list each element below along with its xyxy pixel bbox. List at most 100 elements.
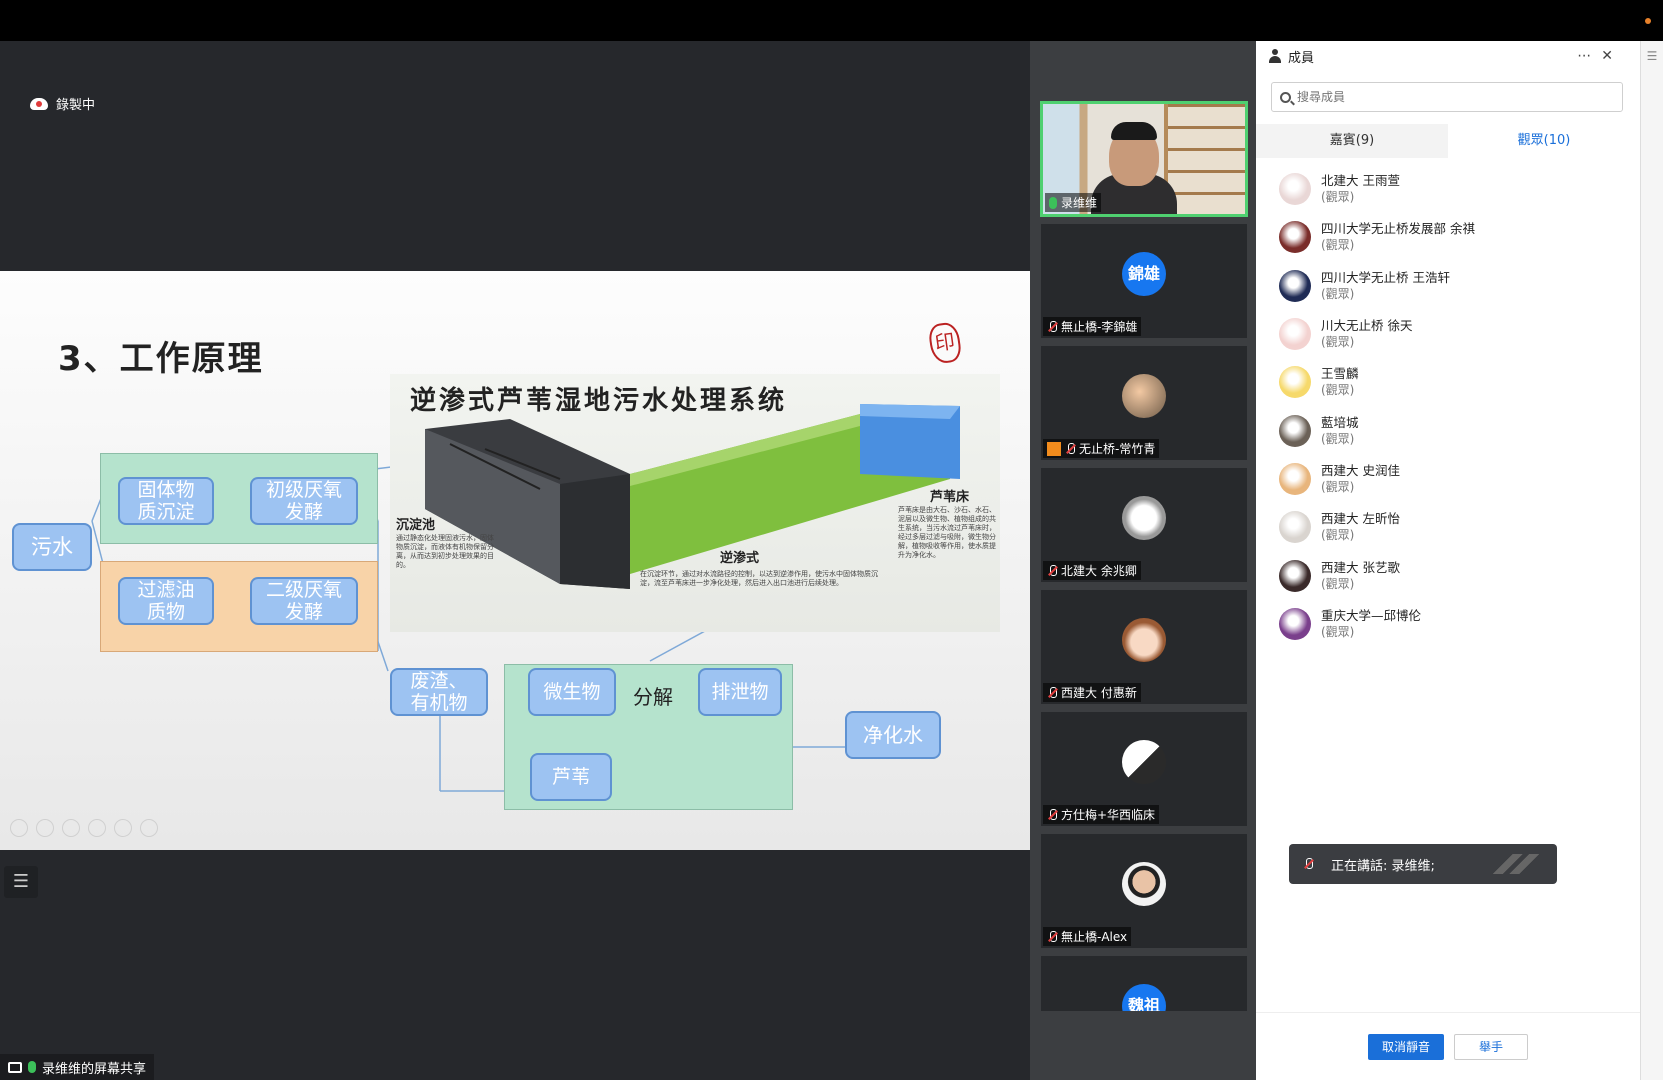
presentation-slide: 3、工作原理 印 污水 固体物质沉淀 初级厌氧发酵 过滤油质物 二级厌氧发酵 废… <box>0 271 1030 850</box>
mic-muted-icon <box>1065 442 1075 455</box>
panel-title: 成員 <box>1288 50 1315 66</box>
more-options-icon[interactable]: ⋯ <box>1577 48 1591 64</box>
mic-on-icon <box>28 1061 36 1073</box>
video-tile[interactable]: 北建大 余兆卿 <box>1040 467 1248 583</box>
node-decompose: 分解 <box>633 685 673 709</box>
member-role: (觀眾) <box>1321 576 1355 591</box>
sound-wave-icon <box>1493 854 1539 874</box>
member-role: (觀眾) <box>1321 286 1355 301</box>
avatar <box>1279 607 1311 640</box>
menu-icon[interactable]: ☰ <box>1647 49 1658 63</box>
avatar <box>1279 462 1311 495</box>
cloud-record-icon <box>30 97 48 110</box>
close-icon[interactable]: ✕ <box>1601 48 1613 64</box>
tile-name: 無止橋-Alex <box>1043 927 1132 946</box>
member-name: 西建大 左昕怡 <box>1321 511 1400 527</box>
shared-screen-area: 錄製中 3、工作原理 印 污水 固体物质沉淀 初级厌氧发酵 过滤油质物 二级厌氧… <box>0 41 1030 1080</box>
list-item[interactable]: 王雪麟 (觀眾) <box>1256 358 1640 406</box>
list-item[interactable]: 西建大 史润佳 (觀眾) <box>1256 455 1640 503</box>
member-info: 西建大 左昕怡 (觀眾) <box>1321 510 1400 544</box>
raise-hand-button[interactable]: 舉手 <box>1454 1033 1528 1060</box>
node-microbe: 微生物 <box>528 668 616 716</box>
tile-name: 北建大 余兆卿 <box>1043 561 1141 580</box>
member-role: (觀眾) <box>1321 238 1355 253</box>
avatar <box>1279 414 1311 447</box>
diagram-label-reed-bed: 芦苇床 <box>930 490 970 505</box>
video-tile[interactable]: 方仕梅+华西临床 <box>1040 711 1248 827</box>
mic-muted-icon <box>1047 320 1057 333</box>
members-panel: 成員 ⋯ ✕ ☰ 嘉賓(9) 觀眾(10) 北建大 王雨萱(觀眾) 四川大学无止桥… <box>1256 41 1663 1080</box>
next-slide-icon[interactable] <box>36 819 54 837</box>
list-item[interactable]: 北建大 王雨萱 (觀眾) <box>1256 165 1640 213</box>
node-oil: 过滤油质物 <box>118 577 214 625</box>
list-item[interactable]: 西建大 左昕怡 (觀眾) <box>1256 503 1640 551</box>
avatar <box>1279 221 1311 254</box>
slide-toolbar[interactable] <box>10 819 158 837</box>
more-icon[interactable] <box>140 819 158 837</box>
node-waste: 废渣、有机物 <box>390 668 488 716</box>
member-info: 重庆大学—邱博伦 (觀眾) <box>1321 607 1421 641</box>
avatar <box>1279 318 1311 351</box>
video-tile[interactable]: 錦雄 無止橋-李錦雄 <box>1040 223 1248 339</box>
video-tile[interactable]: 无止桥-常竹青 <box>1040 345 1248 461</box>
pen-icon[interactable] <box>62 819 80 837</box>
list-menu-icon[interactable]: ☰ <box>4 866 38 898</box>
mic-muted-icon <box>1047 686 1057 699</box>
diagram-text-settling: 通过静态化处理固液污水，固体物质沉淀，而液体有机物保留分离，从而达到初步处理效果… <box>396 534 494 569</box>
tile-name: 录维维 <box>1045 193 1102 212</box>
member-role: (觀眾) <box>1321 383 1355 398</box>
avatar: 魏祖 <box>1122 984 1166 1011</box>
node-reed: 芦苇 <box>530 753 612 801</box>
search-input[interactable] <box>1297 90 1597 104</box>
avatar <box>1279 559 1311 592</box>
list-item[interactable]: 重庆大学—邱博伦 (觀眾) <box>1256 600 1640 648</box>
member-role: (觀眾) <box>1321 431 1355 446</box>
eraser-icon[interactable] <box>88 819 106 837</box>
avatar <box>1122 618 1166 662</box>
member-role: (觀眾) <box>1321 479 1355 494</box>
panel-side-tab[interactable]: ☰ <box>1640 41 1663 1080</box>
node-primary: 初级厌氧发酵 <box>250 477 358 525</box>
tile-name: 西建大 付惠新 <box>1043 683 1141 702</box>
video-tile[interactable]: 西建大 付惠新 <box>1040 589 1248 705</box>
member-name: 川大无止桥 徐天 <box>1321 318 1413 334</box>
diagram-label-reverse: 逆渗式 <box>720 551 760 566</box>
diagram-text-reed-bed: 芦苇床是由大石、沙石、水石、泥层以及微生物、植物组成的共生系统，当污水流过芦苇床… <box>898 506 996 559</box>
zoom-icon[interactable] <box>114 819 132 837</box>
tile-name-text: 无止桥-常竹青 <box>1079 442 1156 456</box>
camera-person-hair <box>1111 122 1157 140</box>
tab-guests[interactable]: 嘉賓(9) <box>1256 124 1448 158</box>
list-item[interactable]: 川大无止桥 徐天 (觀眾) <box>1256 310 1640 358</box>
member-list: 北建大 王雨萱 (觀眾) 四川大学无止桥发展部 余祺 (觀眾) 四川大学无止桥 王浩轩(… <box>1256 165 1640 648</box>
avatar <box>1122 740 1166 784</box>
prev-slide-icon[interactable] <box>10 819 28 837</box>
list-item[interactable]: 藍培城 (觀眾) <box>1256 406 1640 454</box>
screen-share-bar: 录维维的屏幕共享 <box>0 1054 155 1080</box>
search-icon <box>1280 91 1291 103</box>
person-icon <box>1268 49 1282 63</box>
tab-audience[interactable]: 觀眾(10) <box>1448 124 1640 158</box>
list-item[interactable]: 四川大学无止桥发展部 余祺 (觀眾) <box>1256 213 1640 261</box>
video-tile[interactable]: 魏祖 <box>1040 955 1248 1012</box>
list-item[interactable]: 四川大学无止桥 王浩轩 (觀眾) <box>1256 262 1640 310</box>
top-bar <box>0 0 1663 41</box>
unmute-button[interactable]: 取消靜音 <box>1368 1033 1444 1060</box>
recording-indicator: 錄製中 <box>30 94 95 113</box>
camera-bookshelf <box>1168 104 1245 214</box>
video-tile[interactable]: 無止橋-Alex <box>1040 833 1248 949</box>
screen-share-icon <box>8 1061 22 1073</box>
member-info: 四川大学无止桥发展部 余祺 (觀眾) <box>1321 220 1475 254</box>
panel-actions: 取消靜音 舉手 <box>1256 1012 1640 1080</box>
diagram-text-reverse: 在沉淀环节，通过对水流路径的控制，以达到逆渗作用，使污水中固体物质沉淀，流至芦苇… <box>640 570 878 587</box>
member-name: 藍培城 <box>1321 414 1359 430</box>
member-name: 王雪麟 <box>1321 366 1359 382</box>
tile-name: 方仕梅+华西临床 <box>1043 805 1160 824</box>
member-info: 川大无止桥 徐天 (觀眾) <box>1321 317 1412 351</box>
list-item[interactable]: 西建大 张艺歌 (觀眾) <box>1256 551 1640 599</box>
member-search[interactable] <box>1271 82 1623 112</box>
tile-name-text: 录维维 <box>1061 196 1098 210</box>
mic-muted-icon <box>1047 564 1057 577</box>
avatar <box>1122 496 1166 540</box>
recording-label: 錄製中 <box>56 98 96 113</box>
video-tile[interactable]: 录维维 <box>1040 101 1248 217</box>
